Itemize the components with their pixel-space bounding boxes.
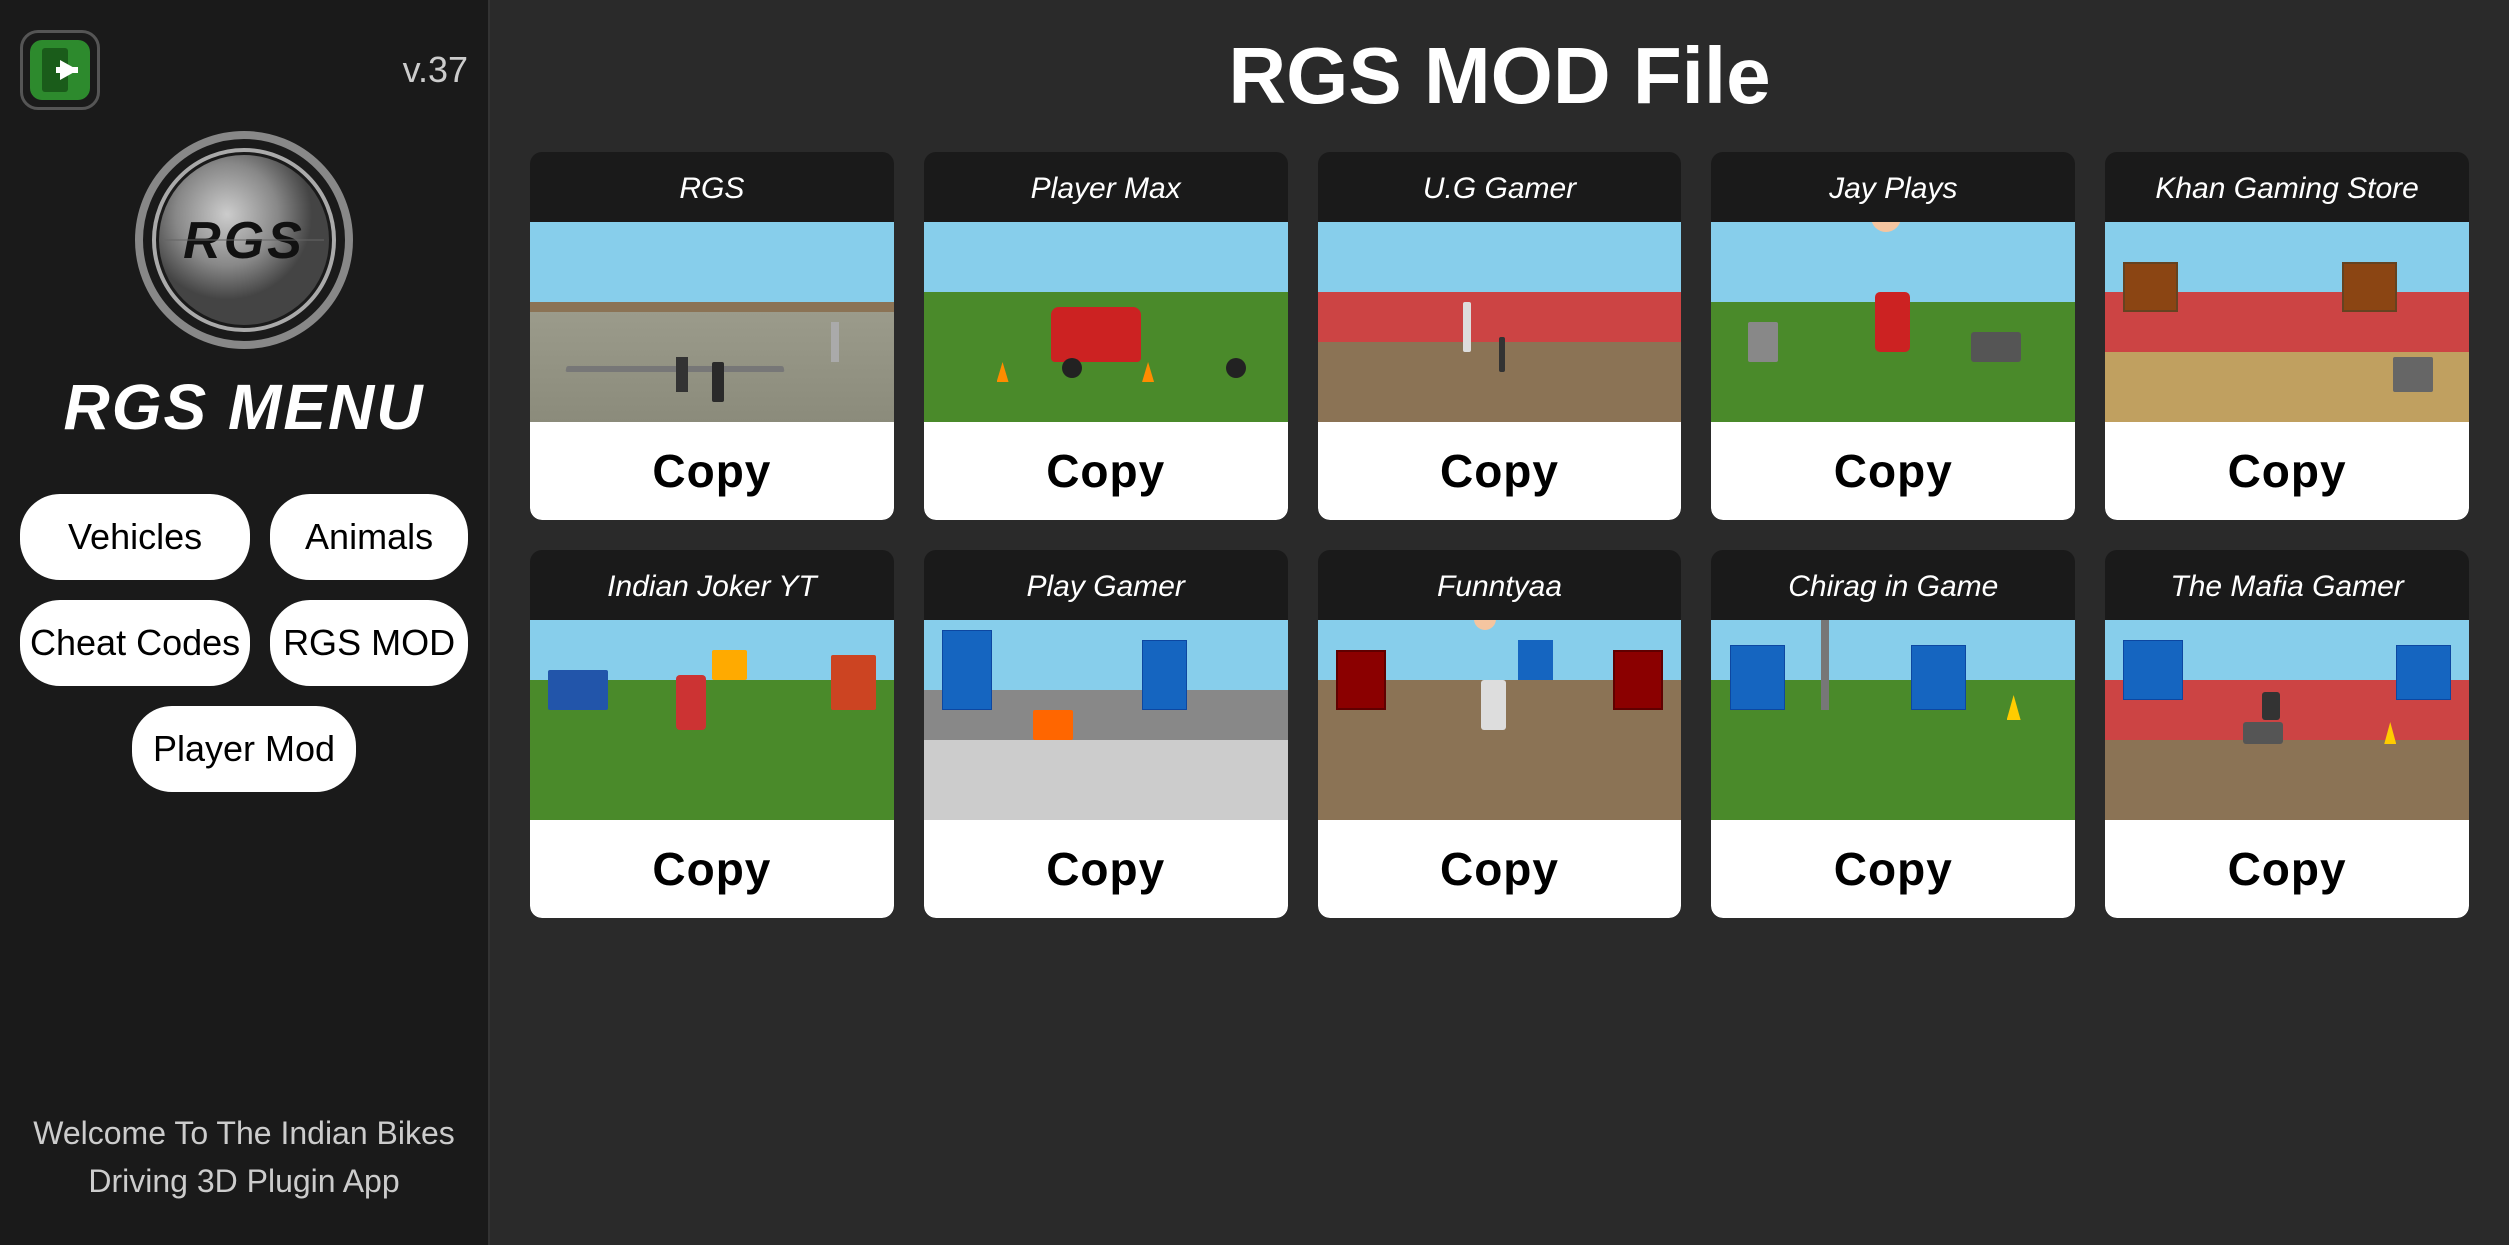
copy-button-uggamer[interactable]: Copy xyxy=(1318,422,1682,520)
card-title-indianjoker: Indian Joker YT xyxy=(597,550,827,620)
bottom-mod-grid: Indian Joker YT Copy Play Gamer xyxy=(530,550,2469,918)
sidebar-top: v.37 xyxy=(20,30,468,110)
card-image-chiragingame xyxy=(1711,620,2075,820)
copy-button-indianjoker[interactable]: Copy xyxy=(530,820,894,918)
card-title-jayplays: Jay Plays xyxy=(1819,152,1967,222)
card-image-funntyaa xyxy=(1318,620,1682,820)
rgs-mod-button[interactable]: RGS MOD xyxy=(270,600,468,686)
card-image-khangaming xyxy=(2105,222,2469,422)
card-title-playermax: Player Max xyxy=(1021,152,1191,222)
version-label: v.37 xyxy=(403,49,468,91)
mod-card-funntyaa: Funntyaa Copy xyxy=(1318,550,1682,918)
mod-card-rgs: RGS Copy xyxy=(530,152,894,520)
main-content: RGS MOD File RGS Copy Player Max xyxy=(490,0,2509,1245)
cheat-codes-button[interactable]: Cheat Codes xyxy=(20,600,250,686)
card-image-mafiagamer xyxy=(2105,620,2469,820)
top-mod-grid: RGS Copy Player Max C xyxy=(530,152,2469,520)
card-title-uggamer: U.G Gamer xyxy=(1413,152,1586,222)
copy-button-khangaming[interactable]: Copy xyxy=(2105,422,2469,520)
copy-button-playgamer[interactable]: Copy xyxy=(924,820,1288,918)
copy-button-rgs[interactable]: Copy xyxy=(530,422,894,520)
copy-button-playermax[interactable]: Copy xyxy=(924,422,1288,520)
copy-button-mafiagamer[interactable]: Copy xyxy=(2105,820,2469,918)
copy-button-funntyaa[interactable]: Copy xyxy=(1318,820,1682,918)
card-title-chiragingame: Chirag in Game xyxy=(1778,550,2008,620)
mod-card-khangaming: Khan Gaming Store Copy xyxy=(2105,152,2469,520)
player-mod-button[interactable]: Player Mod xyxy=(132,706,356,792)
animals-button[interactable]: Animals xyxy=(270,494,468,580)
card-image-playgamer xyxy=(924,620,1288,820)
card-title-playgamer: Play Gamer xyxy=(1017,550,1195,620)
mod-card-mafiagamer: The Mafia Gamer Copy xyxy=(2105,550,2469,918)
mod-card-chiragingame: Chirag in Game Copy xyxy=(1711,550,2075,918)
card-title-funntyaa: Funntyaa xyxy=(1427,550,1572,620)
card-image-jayplays xyxy=(1711,222,2075,422)
card-title-rgs: RGS xyxy=(669,152,754,222)
menu-buttons-grid: Vehicles Animals Cheat Codes RGS MOD xyxy=(20,494,468,686)
vehicles-button[interactable]: Vehicles xyxy=(20,494,250,580)
menu-title: RGS MENU xyxy=(64,370,425,444)
mod-card-playgamer: Play Gamer Copy xyxy=(924,550,1288,918)
card-title-mafiagamer: The Mafia Gamer xyxy=(2160,550,2413,620)
sidebar: v.37 RGS RGS MENU Vehicles Animals Cheat… xyxy=(0,0,490,1245)
page-title: RGS MOD File xyxy=(530,30,2469,122)
mod-card-jayplays: Jay Plays Copy xyxy=(1711,152,2075,520)
app-icon xyxy=(20,30,100,110)
card-image-playermax xyxy=(924,222,1288,422)
copy-button-chiragingame[interactable]: Copy xyxy=(1711,820,2075,918)
card-image-uggamer xyxy=(1318,222,1682,422)
rgs-logo: RGS xyxy=(134,130,354,350)
mod-card-uggamer: U.G Gamer Copy xyxy=(1318,152,1682,520)
card-image-indianjoker xyxy=(530,620,894,820)
card-title-khangaming: Khan Gaming Store xyxy=(2145,152,2428,222)
mod-card-playermax: Player Max Copy xyxy=(924,152,1288,520)
mod-card-indianjoker: Indian Joker YT Copy xyxy=(530,550,894,918)
welcome-text: Welcome To The Indian BikesDriving 3D Pl… xyxy=(33,1109,455,1205)
copy-button-jayplays[interactable]: Copy xyxy=(1711,422,2075,520)
card-image-rgs xyxy=(530,222,894,422)
